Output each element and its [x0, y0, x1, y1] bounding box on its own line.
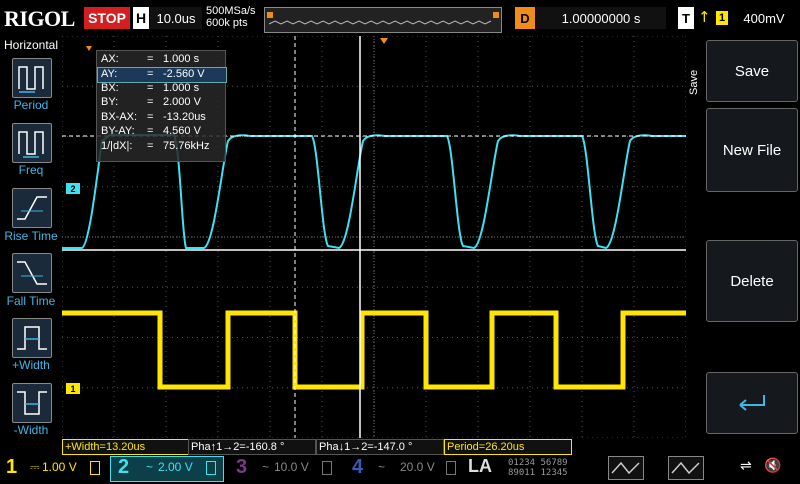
- return-button[interactable]: [706, 372, 798, 434]
- channel-4-bw-icon: [446, 461, 456, 475]
- sine-wave-icon: [671, 461, 700, 475]
- measurement-phase-fall[interactable]: Pha↓1→2=-147.0 °: [316, 439, 444, 455]
- channel-1-number[interactable]: 1: [6, 456, 17, 479]
- channel-3-scale[interactable]: 10.0 V: [274, 460, 309, 474]
- return-icon: [739, 395, 765, 411]
- cursor-row-selected[interactable]: AY: = -2.560 V: [97, 67, 227, 83]
- cursor-row: BY: = 2.000 V: [101, 96, 201, 108]
- memory-overview[interactable]: [264, 7, 502, 33]
- minus-width-icon: [17, 391, 47, 415]
- freq-icon: [18, 131, 44, 158]
- channel-4-coupling-icon: ~: [378, 460, 386, 474]
- save-button[interactable]: Save: [706, 40, 798, 102]
- channel-2-bw-icon: [206, 461, 216, 475]
- cursor-row: 1/|dX|: = 75.76kHz: [101, 140, 210, 152]
- channel-4-scale[interactable]: 20.0 V: [400, 460, 435, 474]
- cursor-row: BY-AY: = 4.560 V: [101, 125, 201, 137]
- brand-logo: RIGOL: [4, 6, 75, 31]
- cursor-readout-panel: AX: = 1.000 s AY: = -2.560 V BX: = 1.000 s BY:…: [96, 50, 227, 162]
- channel-3-bw-icon: [322, 461, 332, 475]
- rise-time-button[interactable]: [12, 188, 52, 228]
- menu-side-label: Save: [688, 69, 700, 95]
- memory-waveform-icon: [267, 12, 499, 25]
- delay-value[interactable]: 1.00000000 s: [536, 7, 666, 29]
- cursor-row: AX: = 1.000 s: [101, 53, 200, 65]
- freq-button[interactable]: [12, 123, 52, 163]
- measurement-plus-width[interactable]: +Width=13.20us: [62, 439, 190, 455]
- logic-analyzer-bits: 01234 56789 89011 12345: [508, 458, 568, 478]
- channel-1-marker[interactable]: 1: [66, 383, 80, 394]
- plus-width-label: +Width: [12, 358, 50, 372]
- trigger-level[interactable]: 400mV: [734, 7, 794, 29]
- channel-1-coupling-icon: ⎓: [30, 460, 40, 474]
- speaker-muted-icon[interactable]: 🔇: [764, 458, 781, 474]
- plus-width-icon: [17, 326, 47, 350]
- measurement-phase-rise[interactable]: Pha↑1→2=-160.8 °: [188, 439, 316, 455]
- period-label: Period: [13, 98, 49, 112]
- minus-width-button[interactable]: [12, 383, 52, 423]
- channel-2-coupling-icon: ~: [146, 460, 154, 474]
- horizontal-label: H: [133, 7, 149, 29]
- sample-rate: 500MSa/s: [206, 5, 256, 17]
- usb-icon: ⇌: [740, 458, 752, 474]
- timebase-value[interactable]: 10.0us: [150, 7, 202, 29]
- acquisition-info: 500MSa/s 600k pts: [206, 5, 256, 29]
- source-2-button[interactable]: [668, 456, 704, 480]
- channel-2-scale[interactable]: 2.00 V: [158, 460, 193, 474]
- cursor-row: BX: = 1.000 s: [101, 82, 200, 94]
- logic-analyzer-label[interactable]: LA: [468, 456, 492, 477]
- cursor-row: BX-AX: = -13.20us: [101, 111, 206, 123]
- run-stop-indicator[interactable]: STOP: [84, 7, 130, 29]
- memory-depth: 600k pts: [206, 17, 248, 29]
- trigger-edge-icon: ↑: [698, 8, 711, 26]
- trigger-source[interactable]: 1: [716, 11, 728, 25]
- fall-time-icon: [17, 261, 47, 285]
- minus-width-label: -Width: [13, 423, 49, 437]
- new-file-button[interactable]: New File: [706, 108, 798, 192]
- sine-wave-icon: [611, 461, 640, 475]
- channel-1-bw-icon: [90, 461, 100, 475]
- source-1-button[interactable]: [608, 456, 644, 480]
- fall-time-label: Fall Time: [6, 294, 56, 308]
- rise-time-label: Rise Time: [4, 229, 58, 243]
- rise-time-icon: [17, 196, 47, 220]
- freq-label: Freq: [18, 163, 44, 177]
- period-icon: [18, 66, 44, 93]
- period-button[interactable]: [12, 58, 52, 98]
- channel-2-marker[interactable]: 2: [66, 183, 80, 194]
- fall-time-button[interactable]: [12, 253, 52, 293]
- channel-1-scale[interactable]: 1.00 V: [42, 460, 77, 474]
- menu-title: Horizontal: [3, 38, 59, 52]
- measurement-period[interactable]: Period=26.20us: [444, 439, 572, 455]
- trigger-label: T: [678, 7, 694, 29]
- channel-3-coupling-icon: ~: [262, 460, 270, 474]
- channel-3-number[interactable]: 3: [236, 456, 247, 479]
- delay-label: D: [515, 7, 535, 29]
- channel-2-number[interactable]: 2: [118, 456, 129, 479]
- plus-width-button[interactable]: [12, 318, 52, 358]
- delete-button[interactable]: Delete: [706, 240, 798, 322]
- channel-4-number[interactable]: 4: [352, 456, 363, 479]
